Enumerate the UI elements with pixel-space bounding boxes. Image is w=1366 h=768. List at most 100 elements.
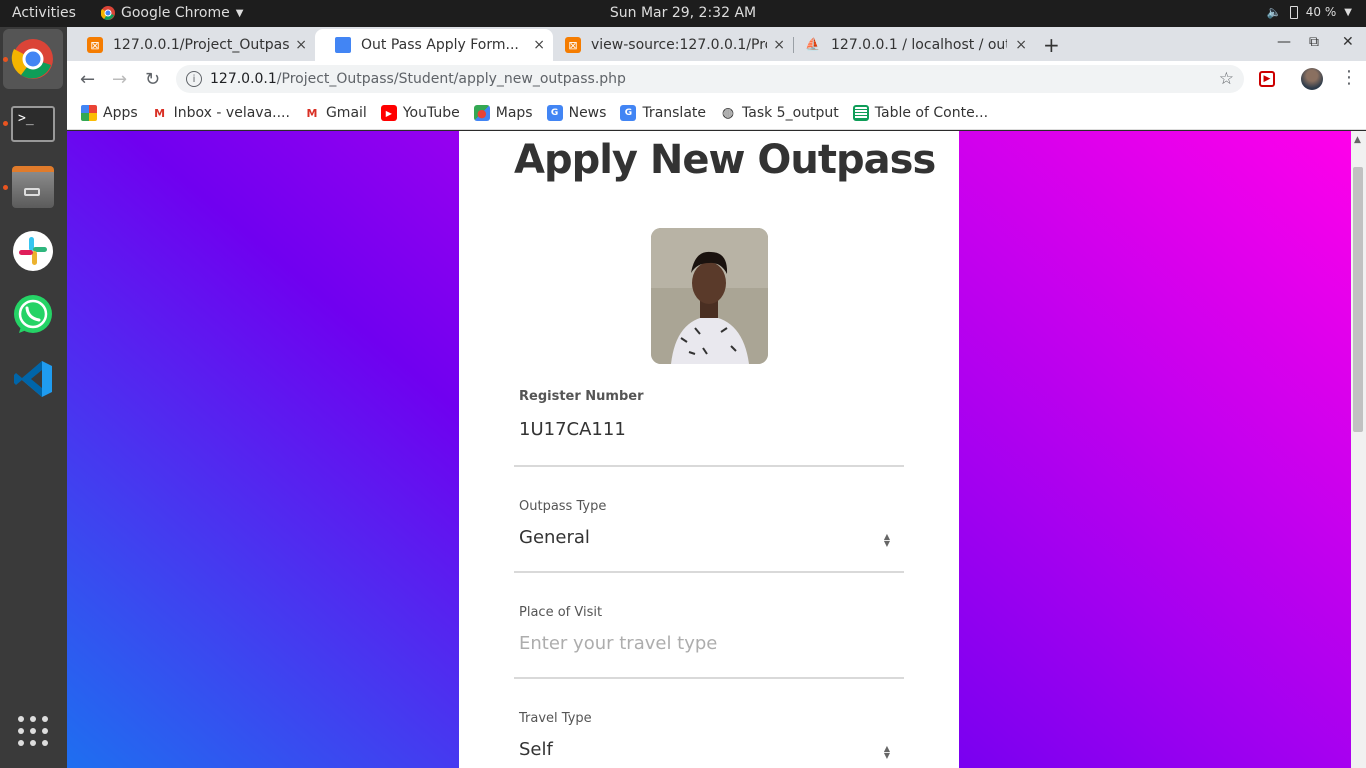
dock: >_: [0, 27, 67, 768]
bookmark-translate[interactable]: G Translate: [620, 105, 706, 121]
register-number-label: Register Number: [519, 389, 644, 404]
volume-icon: 🔈: [1266, 5, 1282, 19]
scrollbar-thumb[interactable]: [1353, 167, 1363, 432]
close-tab-icon[interactable]: ×: [1015, 37, 1027, 53]
vscode-icon: [14, 361, 52, 397]
url-path: /Project_Outpass/Student/apply_new_outpa…: [276, 71, 626, 87]
travel-type-label: Travel Type: [519, 711, 592, 726]
terminal-icon: >_: [11, 106, 55, 142]
files-icon: [12, 166, 54, 208]
translate-icon: G: [620, 105, 637, 121]
gmail-icon: M: [306, 106, 318, 120]
globe-icon: ◍: [721, 105, 735, 121]
tab-phpmyadmin[interactable]: ⛵ 127.0.0.1 / localhost / outp ×: [785, 29, 1035, 61]
forward-button[interactable]: →: [112, 69, 127, 90]
bookmark-label: Maps: [495, 105, 533, 121]
running-indicator: [3, 185, 8, 190]
chrome-small-icon: [101, 6, 115, 20]
system-tray[interactable]: 🔈 40 % ▼: [1267, 5, 1352, 19]
youtube-icon: ▶: [380, 105, 397, 121]
dock-whatsapp[interactable]: [9, 291, 57, 339]
bookmark-label: Inbox - velava....: [173, 105, 290, 121]
running-indicator: [3, 57, 8, 62]
bookmark-inbox[interactable]: M Inbox - velava....: [152, 105, 290, 121]
clock[interactable]: Sun Mar 29, 2:32 AM: [610, 5, 756, 21]
bookmark-news[interactable]: G News: [546, 105, 607, 121]
dock-slack[interactable]: [9, 227, 57, 275]
student-photo-image: [651, 228, 768, 364]
bookmark-star-icon[interactable]: ☆: [1219, 69, 1234, 89]
gnome-top-bar: Activities Google Chrome ▼ Sun Mar 29, 2…: [0, 0, 1366, 27]
tab-title: view-source:127.0.0.1/Pro: [591, 37, 767, 53]
bookmark-label: News: [568, 105, 607, 121]
back-button[interactable]: ←: [80, 69, 95, 90]
dock-chrome[interactable]: [3, 29, 63, 89]
bookmark-gmail[interactable]: M Gmail: [304, 105, 367, 121]
menu-icon[interactable]: ⋮: [1340, 67, 1358, 88]
bookmark-label: Apps: [103, 105, 138, 121]
url-host: 127.0.0.1: [210, 71, 277, 87]
info-icon[interactable]: i: [186, 71, 202, 87]
bookmark-table-of-contents[interactable]: Table of Conte...: [852, 105, 988, 121]
running-indicator: [3, 121, 8, 126]
scroll-up-arrow-icon[interactable]: ▲: [1354, 135, 1361, 145]
chevron-down-icon: ▼: [1344, 6, 1352, 18]
travel-type-select[interactable]: Self: [519, 739, 553, 760]
close-window-button[interactable]: ✕: [1342, 34, 1354, 50]
restore-button[interactable]: ⧉: [1309, 34, 1319, 50]
activities-button[interactable]: Activities: [12, 5, 76, 21]
battery-icon: [1289, 5, 1298, 19]
place-of-visit-input[interactable]: Enter your travel type: [519, 633, 717, 654]
apps-grid-icon: [81, 105, 97, 121]
xampp-icon: ⊠: [87, 37, 103, 53]
bookmark-maps[interactable]: ● Maps: [473, 105, 533, 121]
maps-icon: ●: [473, 105, 490, 121]
bookmark-label: Translate: [642, 105, 707, 121]
tab-apply-form[interactable]: Out Pass Apply Form... ×: [315, 29, 553, 61]
register-number-value: 1U17CA111: [519, 419, 626, 440]
new-tab-button[interactable]: +: [1043, 33, 1060, 57]
close-tab-icon[interactable]: ×: [773, 37, 785, 53]
close-tab-icon[interactable]: ×: [533, 37, 545, 53]
bookmark-youtube[interactable]: ▶ YouTube: [380, 105, 460, 121]
place-of-visit-field[interactable]: Place of Visit Enter your travel type: [514, 573, 904, 679]
outpass-type-field[interactable]: Outpass Type General ▲ ▼: [514, 467, 904, 573]
dock-files[interactable]: [9, 163, 57, 211]
sheets-icon: [852, 105, 869, 121]
bookmark-apps[interactable]: Apps: [81, 105, 138, 121]
tab-project-outpass[interactable]: ⊠ 127.0.0.1/Project_Outpass ×: [67, 29, 315, 61]
select-arrows-icon: ▲ ▼: [883, 532, 890, 548]
outpass-type-select[interactable]: General: [519, 527, 590, 548]
grid-icon: [18, 716, 48, 746]
bookmarks-bar: Apps M Inbox - velava.... M Gmail ▶ YouTube…: [67, 97, 1366, 130]
tab-title: 127.0.0.1 / localhost / outp: [831, 37, 1007, 53]
select-arrows-icon: ▲ ▼: [883, 744, 890, 760]
page-scrollbar[interactable]: ▲: [1351, 131, 1366, 768]
battery-percent: 40 %: [1305, 5, 1337, 19]
bookmark-task5[interactable]: ◍ Task 5_output: [720, 105, 839, 121]
show-applications-button[interactable]: [9, 707, 57, 755]
reload-button[interactable]: ↻: [145, 69, 160, 90]
profile-avatar[interactable]: [1301, 68, 1323, 90]
chrome-icon: [11, 39, 53, 79]
bookmark-label: Task 5_output: [742, 105, 839, 121]
extension-icon[interactable]: ▶: [1259, 71, 1275, 87]
minimize-button[interactable]: —: [1277, 34, 1291, 50]
student-photo: [651, 228, 768, 364]
tab-view-source[interactable]: ⊠ view-source:127.0.0.1/Pro ×: [545, 29, 793, 61]
bookmark-label: Gmail: [325, 105, 367, 121]
register-number-field: Register Number 1U17CA111: [514, 387, 904, 467]
app-menu[interactable]: Google Chrome ▼: [101, 5, 243, 21]
outpass-type-label: Outpass Type: [519, 499, 607, 514]
slack-icon: [13, 231, 53, 271]
travel-type-field[interactable]: Travel Type Self ▲ ▼: [514, 679, 904, 768]
bookmark-label: YouTube: [402, 105, 460, 121]
close-tab-icon[interactable]: ×: [295, 37, 307, 53]
news-icon: G: [546, 105, 563, 121]
page-icon: [335, 37, 351, 53]
whatsapp-icon: [14, 295, 52, 333]
dock-terminal[interactable]: >_: [9, 100, 57, 148]
page-title: Apply New Outpass: [514, 137, 936, 183]
address-bar[interactable]: i 127.0.0.1/Project_Outpass/Student/appl…: [176, 65, 1244, 93]
dock-vscode[interactable]: [9, 355, 57, 403]
